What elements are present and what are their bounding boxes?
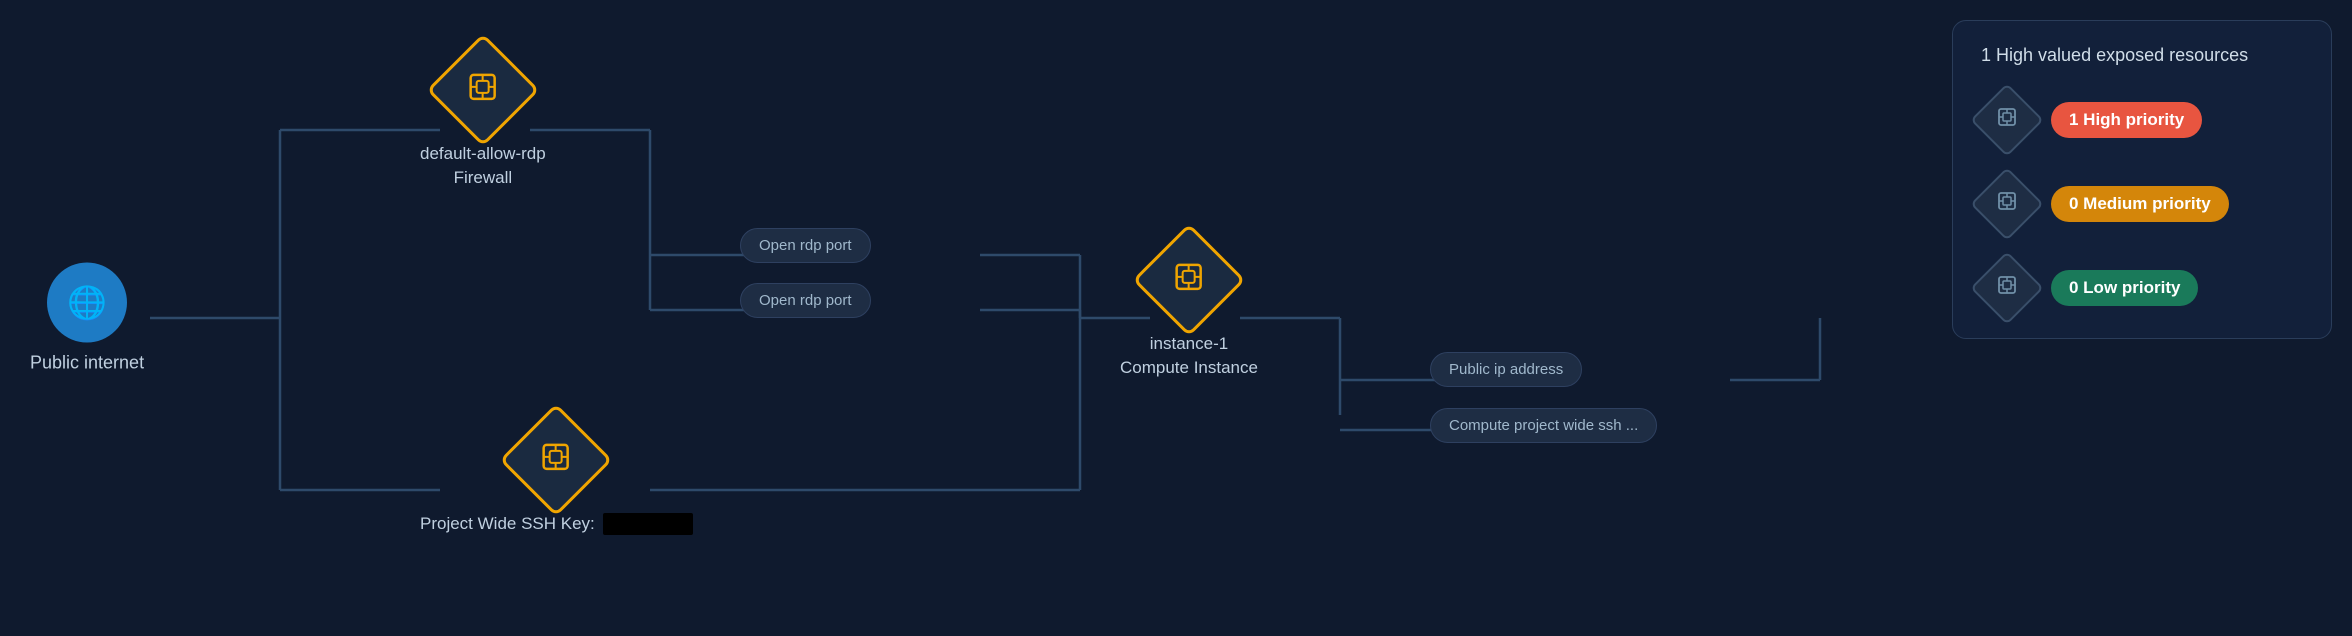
- high-priority-badge[interactable]: 1 High priority: [2051, 102, 2202, 138]
- ssh-key-diamond: [500, 403, 613, 516]
- exposed-resources-panel: 1 High valued exposed resources: [1952, 20, 2332, 339]
- ssh-key-node[interactable]: Project Wide SSH Key:: [420, 420, 693, 536]
- public-internet-label: Public internet: [30, 353, 144, 374]
- firewall-diamond: [426, 33, 539, 146]
- firewall-icon: [465, 69, 501, 112]
- panel-title: 1 High valued exposed resources: [1981, 45, 2303, 66]
- high-priority-chip-icon: [1996, 106, 2018, 134]
- medium-priority-chip-icon: [1996, 190, 2018, 218]
- public-ip-tag[interactable]: Public ip address: [1430, 352, 1582, 387]
- panel-row-low: 0 Low priority: [1981, 262, 2303, 314]
- main-container: 🌐 Public internet default-allow-rdp Fire…: [0, 0, 2352, 636]
- public-internet-icon: 🌐: [47, 263, 127, 343]
- low-priority-chip-icon: [1996, 274, 2018, 302]
- open-rdp-tag-2[interactable]: Open rdp port: [740, 283, 871, 318]
- medium-priority-badge[interactable]: 0 Medium priority: [2051, 186, 2229, 222]
- firewall-node[interactable]: default-allow-rdp Firewall: [420, 50, 546, 190]
- medium-priority-diamond: [1970, 167, 2044, 241]
- panel-row-high: 1 High priority: [1981, 94, 2303, 146]
- ssh-key-icon: [538, 439, 574, 482]
- low-priority-diamond: [1970, 251, 2044, 325]
- firewall-label: default-allow-rdp Firewall: [420, 142, 546, 190]
- compute-label: instance-1 Compute Instance: [1120, 332, 1258, 380]
- public-internet-node: 🌐 Public internet: [30, 263, 144, 374]
- low-priority-icon-wrap: [1981, 262, 2033, 314]
- panel-row-medium: 0 Medium priority: [1981, 178, 2303, 230]
- redacted-value: [603, 513, 693, 535]
- low-priority-badge[interactable]: 0 Low priority: [2051, 270, 2198, 306]
- open-rdp-tag-1[interactable]: Open rdp port: [740, 228, 871, 263]
- compute-icon: [1171, 259, 1207, 302]
- compute-ssh-tag[interactable]: Compute project wide ssh ...: [1430, 408, 1657, 443]
- compute-diamond: [1132, 223, 1245, 336]
- high-priority-diamond: [1970, 83, 2044, 157]
- compute-instance-node[interactable]: instance-1 Compute Instance: [1120, 240, 1258, 380]
- medium-priority-icon-wrap: [1981, 178, 2033, 230]
- high-priority-icon-wrap: [1981, 94, 2033, 146]
- ssh-key-label: Project Wide SSH Key:: [420, 512, 693, 536]
